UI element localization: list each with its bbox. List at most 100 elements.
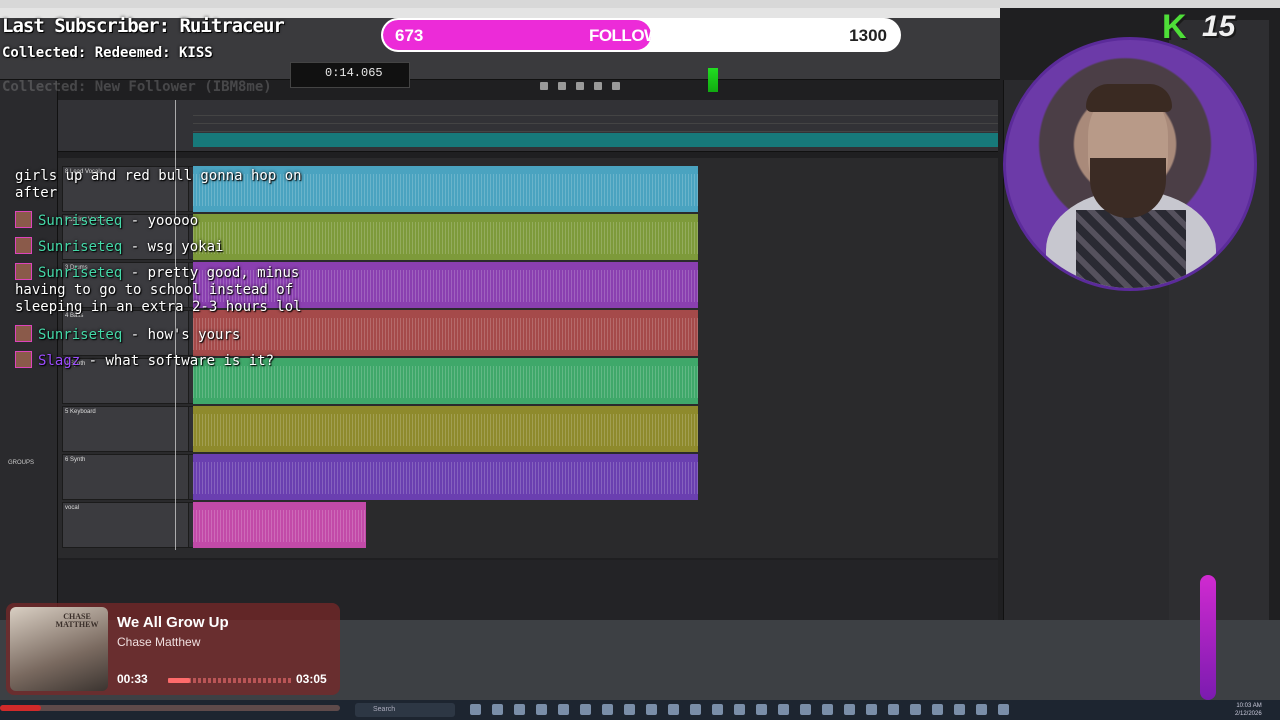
chat-badge-icon	[15, 351, 32, 368]
chat-text: after	[15, 185, 58, 201]
app-icon[interactable]	[998, 704, 1009, 715]
chat-text: yooooo	[147, 213, 199, 229]
record-icon[interactable]	[668, 704, 679, 715]
chat-separator: -	[122, 327, 148, 343]
bars-ruler[interactable]	[193, 108, 998, 116]
counter-value: 0:14.065	[325, 66, 383, 80]
track-header[interactable]: vocal	[62, 502, 190, 548]
track-name: vocal	[65, 505, 80, 511]
collected-alert: Collected: Redeemed: KISS	[2, 45, 213, 61]
chat-message: Sunriseteq - wsg yokai	[15, 237, 223, 255]
waveform	[193, 222, 698, 254]
forward-icon[interactable]	[612, 82, 620, 90]
waveform	[193, 510, 366, 542]
chat-separator: -	[122, 239, 148, 255]
app-icon[interactable]	[536, 704, 547, 715]
play-icon[interactable]	[594, 82, 602, 90]
samples-ruler[interactable]	[193, 124, 998, 132]
app-icon[interactable]	[866, 704, 877, 715]
app-icon[interactable]	[822, 704, 833, 715]
audio-clip[interactable]	[193, 406, 698, 452]
chat-username: Sunriseteq	[38, 239, 123, 255]
last-subscriber-alert: Last Subscriber: Ruitraceur	[2, 15, 285, 37]
app-icon[interactable]	[844, 704, 855, 715]
app-icon[interactable]	[646, 704, 657, 715]
song-progress-fill	[168, 678, 191, 683]
chat-separator: -	[122, 213, 148, 229]
track-name: 5 Keyboard	[65, 409, 96, 415]
protools-titlebar	[0, 0, 1280, 8]
chat-username: Sunriseteq	[38, 265, 123, 281]
app-icon[interactable]	[976, 704, 987, 715]
audio-clip[interactable]	[193, 502, 366, 548]
clock-date: 2/12/2026	[1235, 711, 1262, 717]
chat-message: Sunriseteq - yooooo	[15, 211, 198, 229]
app-icon[interactable]	[734, 704, 745, 715]
followers-label: FOLLOWERS	[588, 26, 694, 45]
tracks-list-panel	[0, 80, 58, 620]
app-icon[interactable]	[954, 704, 965, 715]
file-explorer-icon[interactable]	[470, 704, 481, 715]
app-icon[interactable]	[800, 704, 811, 715]
chat-message: Slagz - what software is it?	[15, 351, 274, 369]
photoshop-icon[interactable]	[602, 704, 613, 715]
app-icon[interactable]	[932, 704, 943, 715]
webcam-shirt	[1076, 210, 1186, 288]
app-icon[interactable]	[690, 704, 701, 715]
waveform	[193, 366, 698, 398]
channel-badge: K 15	[1160, 8, 1260, 48]
track-header[interactable]: 5 Keyboard	[62, 406, 190, 452]
song-artist: Chase Matthew	[117, 635, 201, 649]
tempo-lane[interactable]	[193, 133, 998, 147]
followers-goal-bar: 673 FOLLOWERS 1300	[381, 18, 901, 52]
taskbar-search[interactable]: Search	[355, 703, 455, 717]
main-counter[interactable]: 0:14.065	[290, 62, 410, 88]
chat-badge-icon	[15, 211, 32, 228]
chat-message: Sunriseteq - how's yours	[15, 325, 240, 343]
track-name: 6 Synth	[65, 457, 86, 463]
photoshop-icon[interactable]	[580, 704, 591, 715]
app-icon[interactable]	[558, 704, 569, 715]
chat-text: girls up and red bull gonna hop on	[15, 168, 302, 184]
min-sec-ruler[interactable]	[193, 116, 998, 124]
channel-badge-number: 15	[1202, 10, 1236, 43]
rewind-icon[interactable]	[540, 82, 548, 90]
chat-text: pretty good, minus	[147, 265, 300, 281]
master-meter	[708, 68, 718, 92]
media-progress-track	[0, 705, 340, 711]
chat-message: sleeping in an extra 2-3 hours lol	[15, 299, 302, 315]
song-duration: 03:05	[296, 672, 327, 686]
song-elapsed: 00:33	[117, 672, 148, 686]
track-header[interactable]: 6 Synth	[62, 454, 190, 500]
audio-clip[interactable]	[193, 214, 698, 260]
chat-message: girls up and red bull gonna hop on	[15, 168, 302, 184]
webcam-feed	[1003, 37, 1257, 291]
taskbar-clock[interactable]: 10:03 AM 2/12/2026	[1235, 702, 1262, 718]
audio-clip[interactable]	[193, 310, 698, 356]
waveform	[193, 462, 698, 494]
chat-message: after	[15, 185, 57, 201]
chat-badge-icon	[15, 325, 32, 342]
app-icon[interactable]	[712, 704, 723, 715]
now-playing-widget: CHASE MATTHEW We All Grow Up Chase Matth…	[6, 603, 340, 695]
chat-text: what software is it?	[105, 353, 275, 369]
groups-label: GROUPS	[8, 460, 35, 466]
app-icon[interactable]	[888, 704, 899, 715]
stop-icon[interactable]	[576, 82, 584, 90]
decorative-pink-bar	[1200, 575, 1216, 700]
chat-text: how's yours	[147, 327, 241, 343]
chat-message: having to go to school instead of	[15, 282, 293, 298]
stream-screen: 0:14.065 GROUPS 8 Lead Vocals Backing Voc…	[0, 0, 1280, 720]
back-icon[interactable]	[558, 82, 566, 90]
browser-icon[interactable]	[492, 704, 503, 715]
chat-username: Slagz	[38, 353, 81, 369]
app-icon[interactable]	[756, 704, 767, 715]
chat-separator: -	[122, 265, 148, 281]
audio-clip[interactable]	[193, 454, 698, 500]
chat-badge-icon	[15, 237, 32, 254]
chrome-icon[interactable]	[514, 704, 525, 715]
waveform	[193, 318, 698, 350]
after-effects-icon[interactable]	[624, 704, 635, 715]
app-icon[interactable]	[778, 704, 789, 715]
app-icon[interactable]	[910, 704, 921, 715]
